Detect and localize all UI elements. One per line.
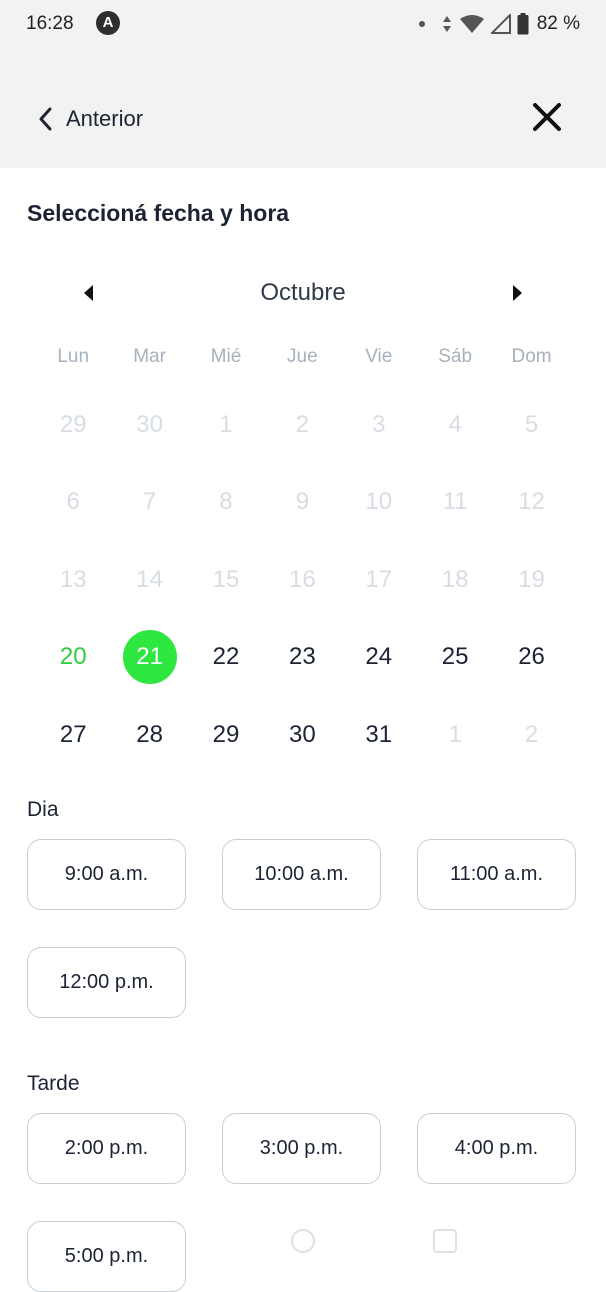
previous-month-button[interactable]	[74, 280, 104, 306]
weekday-label: Jue	[287, 346, 318, 367]
calendar-day[interactable]: 28	[111, 696, 187, 774]
chevron-left-icon	[39, 107, 52, 131]
app-notification-icon: A	[96, 11, 120, 35]
afternoon-section-label: Tarde	[27, 1072, 80, 1095]
calendar-day[interactable]: 25	[417, 619, 493, 697]
calendar-day-selected[interactable]: 21	[111, 619, 187, 697]
calendar-day-disabled: 10	[365, 488, 393, 516]
status-time: 16:28	[26, 13, 74, 34]
calendar-day-disabled: 30	[136, 410, 163, 438]
time-slot-button[interactable]: 5:00 p.m.	[27, 1221, 186, 1292]
calendar-day[interactable]: 22	[188, 619, 264, 697]
cell-signal-icon	[490, 14, 511, 34]
calendar-day-disabled: 3	[372, 410, 386, 438]
nav-recents-icon[interactable]	[432, 1228, 458, 1254]
next-month-button[interactable]	[502, 280, 532, 306]
calendar-day[interactable]: 26	[493, 619, 569, 697]
weekday-label: Dom	[511, 346, 552, 367]
calendar-day-disabled: 1	[219, 410, 233, 438]
calendar-day-disabled: 15	[212, 565, 240, 593]
time-slot-button[interactable]: 3:00 p.m.	[222, 1113, 381, 1184]
weekday-label: Sáb	[438, 346, 473, 367]
calendar-day[interactable]: 24	[341, 619, 417, 697]
calendar-grid: 29 30 1 2 3 4 5 6 7 8 9 10 11 12 13 14 1…	[35, 386, 570, 774]
calendar-day-disabled: 7	[142, 488, 157, 516]
calendar-day-today[interactable]: 20	[35, 619, 111, 697]
calendar-week: 6 7 8 9 10 11 12	[35, 464, 570, 542]
notification-dot-icon	[418, 21, 425, 27]
calendar-day-disabled: 4	[448, 410, 462, 438]
calendar-day-disabled: 16	[289, 565, 316, 593]
calendar-day-disabled: 12	[518, 488, 545, 516]
calendar-day-disabled: 18	[441, 565, 469, 593]
calendar-week: 27 28 29 30 31 1 2	[35, 696, 570, 774]
calendar-day-disabled: 9	[295, 488, 310, 516]
battery-icon	[517, 13, 529, 35]
battery-percent: 82 %	[536, 13, 580, 34]
time-slot-button[interactable]: 10:00 a.m.	[222, 839, 381, 910]
nav-home-icon[interactable]	[290, 1228, 316, 1254]
calendar-day-disabled: 1	[448, 720, 462, 748]
calendar-day-disabled: 29	[59, 410, 87, 438]
wifi-icon	[459, 15, 484, 33]
weekday-label: Mar	[133, 346, 166, 367]
calendar-day[interactable]: 23	[264, 619, 340, 697]
calendar-day-disabled: 2	[295, 410, 310, 438]
data-arrows-icon	[442, 16, 451, 32]
calendar-day[interactable]: 29	[188, 696, 264, 774]
time-slot-button[interactable]: 9:00 a.m.	[27, 839, 186, 910]
weekday-label: Vie	[365, 346, 393, 367]
calendar-day-disabled: 13	[59, 565, 87, 593]
time-slot-button[interactable]: 4:00 p.m.	[417, 1113, 576, 1184]
close-button[interactable]	[530, 100, 564, 134]
calendar-day-disabled: 6	[66, 488, 80, 516]
page-title: Seleccioná fecha y hora	[27, 200, 290, 226]
calendar-week: 13 14 15 16 17 18 19	[35, 541, 570, 619]
calendar-day[interactable]: 27	[35, 696, 111, 774]
time-slot-button[interactable]: 11:00 a.m.	[417, 839, 576, 910]
calendar-day-disabled: 2	[524, 720, 539, 748]
back-label: Anterior	[66, 106, 144, 131]
weekday-header: Lun Mar Mié Jue Vie Sáb Dom	[35, 346, 570, 368]
calendar-day-disabled: 17	[365, 565, 393, 593]
status-icons: 82 %	[418, 11, 580, 37]
month-label: Octubre	[260, 279, 346, 306]
weekday-label: Lun	[57, 346, 90, 367]
time-slot-button[interactable]: 2:00 p.m.	[27, 1113, 186, 1184]
weekday-label: Mié	[210, 346, 242, 367]
time-slot-button[interactable]: 12:00 p.m.	[27, 947, 186, 1018]
calendar-week: 20 21 22 23 24 25 26	[35, 619, 570, 697]
status-bar: 16:28 A 82 %	[0, 0, 606, 48]
caret-right-icon	[513, 285, 522, 301]
calendar-day[interactable]: 31	[341, 696, 417, 774]
morning-section-label: Dia	[27, 798, 59, 821]
calendar-day-disabled: 11	[442, 488, 468, 516]
calendar-day-disabled: 8	[219, 488, 233, 516]
calendar-day[interactable]: 30	[264, 696, 340, 774]
close-icon	[533, 103, 561, 131]
calendar-day-disabled: 19	[518, 565, 545, 593]
back-button[interactable]: Anterior	[38, 102, 143, 136]
calendar-day-disabled: 5	[524, 410, 539, 438]
caret-left-icon	[84, 285, 93, 301]
calendar-day-disabled: 14	[136, 565, 163, 593]
calendar-week: 29 30 1 2 3 4 5	[35, 386, 570, 464]
header-bar: Anterior	[0, 48, 606, 168]
